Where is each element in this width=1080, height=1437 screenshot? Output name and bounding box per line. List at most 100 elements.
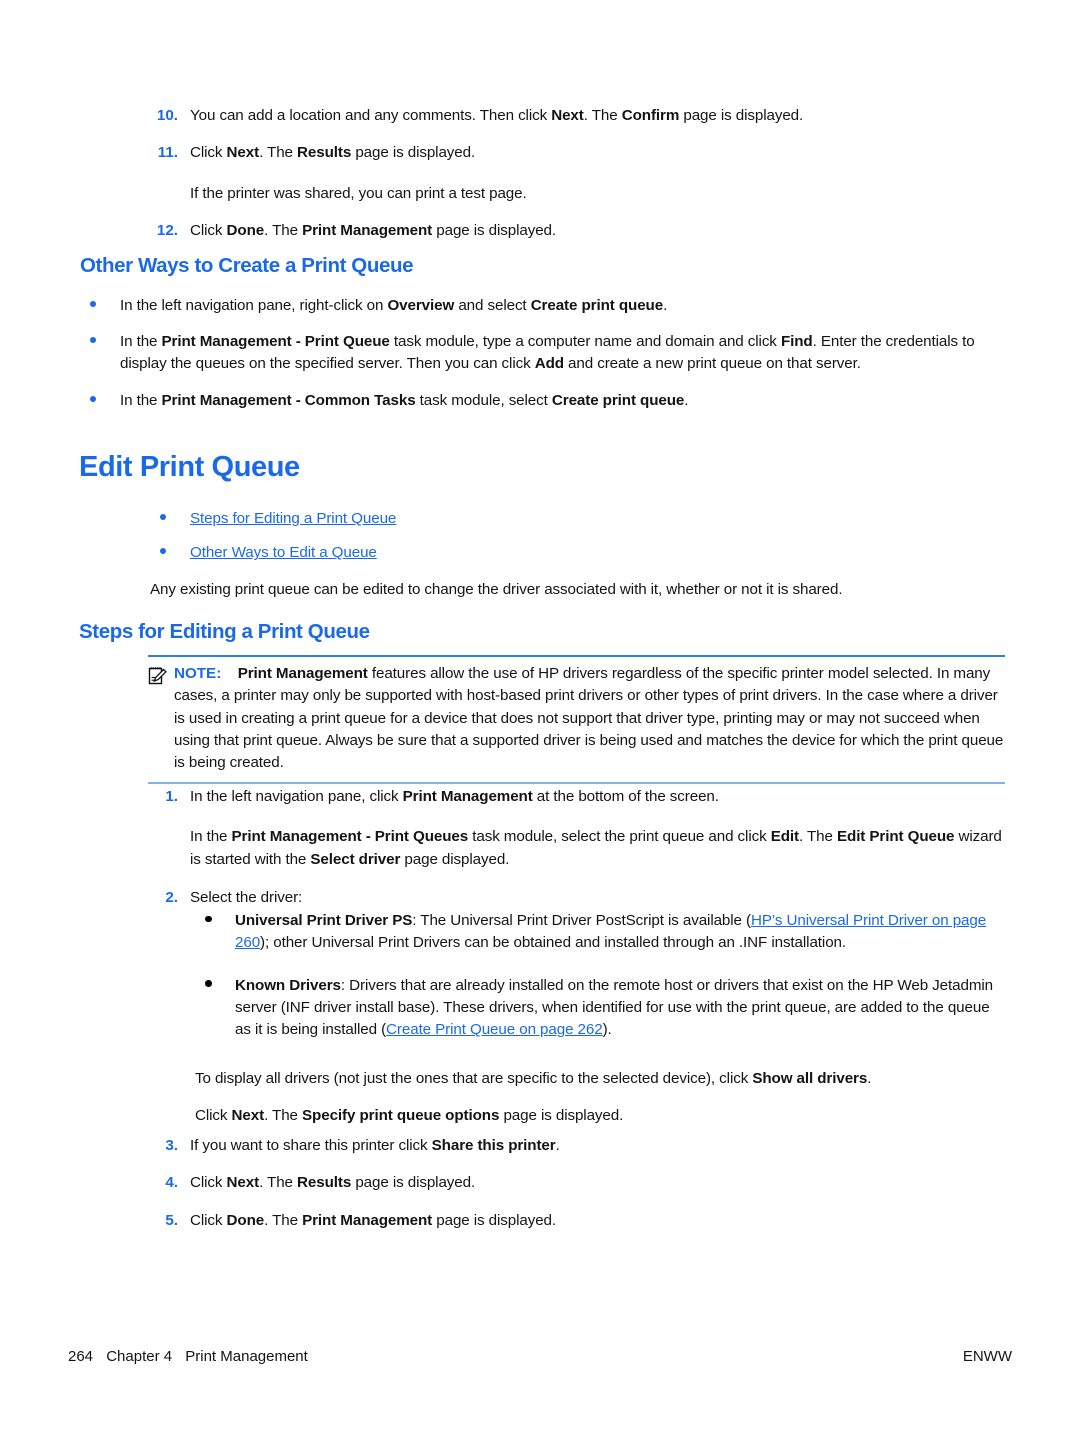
step-text: Select the driver:	[190, 887, 1005, 909]
step-text: Click Done. The Print Management page is…	[190, 220, 1005, 242]
step-text: You can add a location and any comments.…	[190, 105, 1005, 127]
paragraph: To display all drivers (not just the one…	[195, 1068, 1005, 1090]
text-run: Click	[195, 1107, 232, 1125]
text-run: . The	[264, 1107, 303, 1125]
bold-term: Show all drivers	[752, 1070, 868, 1087]
step-text: In the left navigation pane, click Print…	[190, 786, 1005, 808]
step-number: 5.	[165, 1211, 178, 1229]
section-other-ways-create: Other Ways to Create a Print Queue In th…	[80, 254, 1005, 412]
bold-term: Results	[297, 144, 352, 162]
step-number: 1.	[165, 788, 178, 805]
bold-term: Print Management - Common Tasks	[161, 391, 416, 409]
bullet-marker-icon	[80, 390, 120, 412]
footer-chapter-title: Print Management	[185, 1348, 308, 1365]
note-pencil-icon	[148, 663, 174, 691]
toc-link[interactable]: Steps for Editing a Print Queue	[190, 510, 396, 527]
step-number: 11.	[157, 144, 178, 162]
paragraph: Click Next. The Specify print queue opti…	[195, 1105, 1005, 1127]
text-run: ).	[602, 1021, 612, 1039]
step-body: In the left navigation pane, click Print…	[190, 786, 1005, 871]
text-run: .	[684, 391, 689, 409]
text-run: task module, select the print queue and …	[468, 828, 771, 846]
note-text: Print Management features allow the use …	[174, 665, 1003, 771]
heading-steps-editing: Steps for Editing a Print Queue	[79, 620, 1004, 644]
step-body: Click Next. The Results page is displaye…	[190, 1172, 1005, 1194]
text-run: page is displayed.	[432, 1211, 557, 1229]
bullet-item: In the Print Management - Common Tasks t…	[80, 390, 1005, 412]
step-body: Click Done. The Print Management page is…	[190, 1210, 1005, 1232]
step-body: Click Next. The Results page is displaye…	[190, 142, 1005, 205]
toc-link-item[interactable]: Other Ways to Edit a Queue	[150, 542, 1005, 564]
text-run: : The Universal Print Driver PostScript …	[412, 912, 751, 929]
footer-chapter: Chapter 4	[106, 1348, 173, 1365]
text-run: To display all drivers (not just the one…	[195, 1070, 753, 1087]
bold-term: Select driver	[310, 850, 401, 868]
text-run: at the bottom of the screen.	[532, 788, 719, 805]
bold-term: Next	[231, 1107, 265, 1125]
document-page: 10. You can add a location and any commen…	[0, 0, 1080, 1437]
cross-reference-link[interactable]: Create Print Queue on page 262	[386, 1021, 603, 1038]
toc-link[interactable]: Other Ways to Edit a Queue	[190, 544, 377, 561]
bullet-marker-icon	[195, 910, 235, 932]
bold-term: Add	[534, 355, 564, 373]
bold-term: Next	[226, 144, 260, 162]
heading-other-ways-create: Other Ways to Create a Print Queue	[80, 254, 414, 277]
section-edit-print-queue: Edit Print Queue	[79, 451, 1004, 484]
text-run: In the	[120, 332, 162, 350]
bullet-item: Known Drivers: Drivers that are already …	[195, 975, 1005, 1042]
bold-term: Print Management - Print Queues	[231, 828, 469, 846]
text-run: page is displayed.	[432, 222, 557, 240]
bullet-marker-icon	[195, 975, 235, 997]
footer-left: 264 Chapter 4 Print Management	[68, 1348, 317, 1365]
step-number: 12.	[156, 222, 178, 240]
bullet-marker-icon	[150, 508, 190, 530]
text-run: If you want to share this printer click	[190, 1137, 432, 1154]
numbered-step: 2. Select the driver:	[150, 887, 1005, 909]
bullet-text: In the left navigation pane, right-click…	[120, 295, 1005, 317]
bold-term: Done	[226, 222, 265, 240]
footer-right: ENWW	[962, 1348, 1012, 1365]
numbered-step: 11. Click Next. The Results page is displ…	[150, 142, 1005, 205]
text-run: . The	[264, 1211, 303, 1229]
bold-term: Done	[226, 1211, 265, 1229]
bullet-item: In the left navigation pane, right-click…	[80, 295, 1005, 317]
text-run: In the	[120, 391, 162, 409]
step-number: 4.	[165, 1174, 178, 1192]
bold-term: Edit Print Queue	[836, 828, 955, 846]
bullet-text: Known Drivers: Drivers that are already …	[235, 975, 1005, 1042]
note-label: NOTE:	[174, 665, 222, 682]
bullet-text: In the Print Management - Common Tasks t…	[120, 390, 1005, 412]
bullet-text: In the Print Management - Print Queue ta…	[120, 331, 1005, 376]
bold-term: Print Management	[302, 1211, 433, 1229]
step-body: Select the driver:	[190, 887, 1005, 909]
text-run: In the left navigation pane, right-click…	[120, 296, 388, 314]
bold-term: Print Management	[302, 222, 433, 240]
step-body: You can add a location and any comments.…	[190, 105, 1005, 127]
text-run: . The	[259, 1174, 298, 1192]
text-run: page is displayed.	[351, 1174, 476, 1192]
text-run: . The	[264, 222, 303, 240]
text-run: .	[663, 296, 668, 314]
step-body: If you want to share this printer click …	[190, 1135, 1005, 1157]
heading-steps-editing-text: Steps for Editing a Print Queue	[79, 620, 370, 643]
bold-term: Known Drivers	[235, 976, 341, 994]
bullet-item: In the Print Management - Print Queue ta…	[80, 331, 1005, 376]
bold-term: Universal Print Driver PS	[235, 912, 413, 929]
note-box: NOTE: Print Management features allow th…	[148, 655, 1005, 784]
text-run: task module, type a computer name and do…	[389, 332, 781, 350]
numbered-step: 1. In the left navigation pane, click Pri…	[150, 786, 1005, 871]
driver-bullet-list: Universal Print Driver PS: The Universal…	[195, 910, 1005, 1042]
bold-term: Results	[297, 1174, 352, 1192]
bullet-marker-icon	[80, 331, 120, 353]
toc-link-item[interactable]: Steps for Editing a Print Queue	[150, 508, 1005, 530]
text-run: page is displayed.	[499, 1107, 624, 1125]
numbered-step: 3. If you want to share this printer clic…	[150, 1135, 1005, 1157]
text-run: page displayed.	[400, 850, 510, 868]
text-run: In the left navigation pane, click	[190, 788, 403, 805]
bold-term: Create print queue	[551, 391, 685, 409]
bold-term: Find	[780, 332, 813, 350]
step-number: 10.	[156, 107, 178, 124]
other-ways-bullet-list: In the left navigation pane, right-click…	[80, 295, 1005, 412]
edit-steps-bottom: 3. If you want to share this printer clic…	[150, 1135, 1005, 1232]
toc-link-list: Steps for Editing a Print Queue Other Way…	[150, 508, 1005, 565]
